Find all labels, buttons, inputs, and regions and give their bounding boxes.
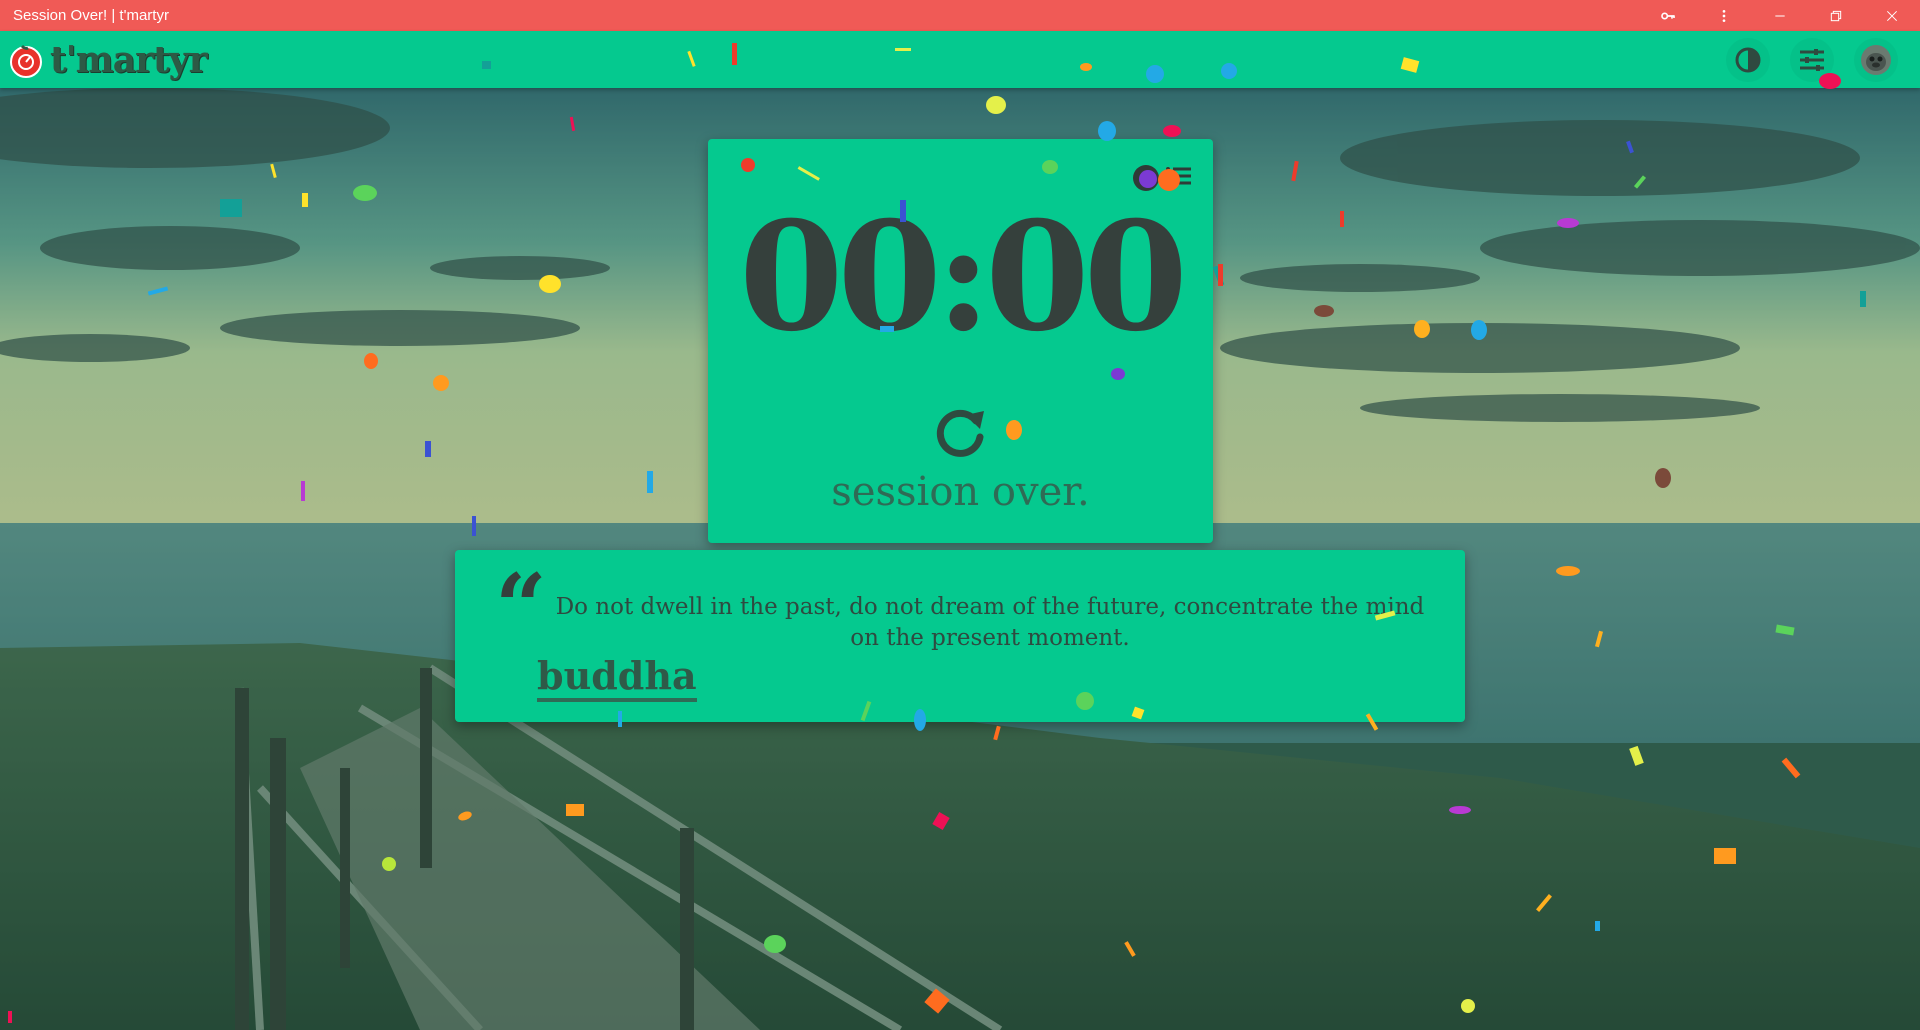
app-header: t'martyr [0,31,1920,88]
quote-mark-icon: “ [495,554,547,660]
restore-icon[interactable] [1808,0,1864,31]
tomato-logo-icon [10,44,42,78]
quote-card: “ Do not dwell in the past, do not dream… [455,550,1465,722]
quote-author: buddha [537,654,697,702]
profile-button[interactable] [1854,38,1898,82]
window-titlebar: Session Over! | t'martyr [0,0,1920,31]
more-vert-icon[interactable] [1696,0,1752,31]
quote-text: Do not dwell in the past, do not dream o… [555,594,1425,651]
close-icon[interactable] [1864,0,1920,31]
list-icon[interactable] [1165,164,1193,192]
contrast-toggle-button[interactable] [1726,38,1770,82]
avatar [1861,45,1891,75]
contrast-icon [1735,47,1761,73]
key-icon[interactable] [1640,0,1696,31]
app-logo[interactable]: t'martyr [8,39,208,81]
settings-sliders-icon [1800,49,1824,71]
minimize-icon[interactable] [1752,0,1808,31]
window-title: Session Over! | t'martyr [13,7,169,24]
restart-icon[interactable] [930,401,992,463]
info-icon[interactable]: i [1133,165,1159,191]
timer-display: 00:00 [739,189,1188,365]
timer-card: i 00:00 session over. [708,139,1213,543]
session-status: session over. [831,469,1090,515]
settings-button[interactable] [1790,38,1834,82]
app-name: t'martyr [50,39,208,81]
